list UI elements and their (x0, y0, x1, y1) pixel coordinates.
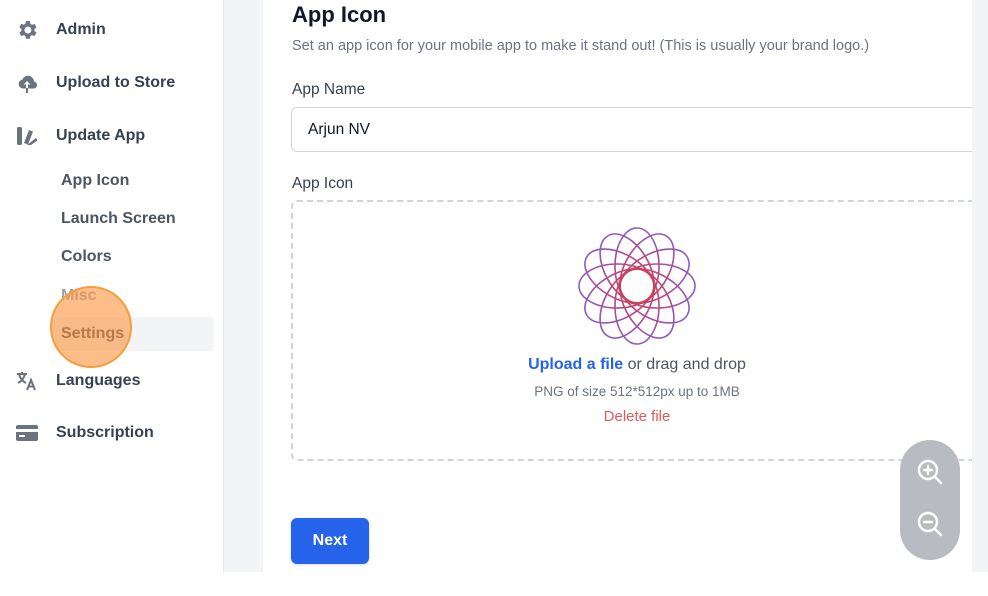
upload-file-link[interactable]: Upload a file (528, 356, 623, 373)
cloud-upload-icon (14, 70, 40, 96)
app-icon-label: App Icon (292, 175, 354, 192)
zoom-control (900, 440, 960, 560)
sidebar-item-label: Update App (56, 127, 146, 144)
sidebar-item-label: Subscription (56, 424, 154, 441)
sidebar-subitem-app-icon[interactable]: App Icon (61, 169, 129, 193)
zoom-out-icon[interactable] (912, 506, 948, 542)
page-subtitle: Set an app icon for your mobile app to m… (292, 38, 870, 54)
sidebar-subitem-launch-screen[interactable]: Launch Screen (61, 207, 176, 231)
drag-drop-text: or drag and drop (623, 356, 746, 373)
bottom-margin (0, 572, 988, 596)
sidebar-item-upload-to-store[interactable]: Upload to Store (14, 68, 175, 98)
sidebar-subitem-misc[interactable]: Misc (61, 284, 97, 308)
sidebar-item-label: Upload to Store (56, 74, 176, 91)
gear-icon (14, 17, 40, 43)
sidebar-item-subscription[interactable]: Subscription (14, 418, 154, 448)
credit-card-icon (14, 420, 40, 446)
sidebar: Admin Upload to Store Update App App Ico… (0, 0, 224, 572)
translate-icon (14, 368, 40, 394)
sidebar-item-label: Languages (56, 372, 141, 389)
app-name-label: App Name (292, 81, 366, 98)
sidebar-subitem-colors[interactable]: Colors (61, 245, 112, 269)
zoom-in-icon[interactable] (912, 454, 948, 490)
sidebar-item-admin[interactable]: Admin (14, 15, 106, 45)
page-title: App Icon (292, 2, 387, 27)
sidebar-item-languages[interactable]: Languages (14, 366, 140, 396)
next-button[interactable]: Next (291, 518, 369, 564)
app-icon-preview (578, 227, 696, 345)
paint-swatch-icon (14, 123, 40, 149)
sidebar-subitem-settings[interactable]: Settings (61, 322, 124, 346)
sidebar-item-update-app[interactable]: Update App (14, 121, 145, 151)
delete-file-link[interactable]: Delete file (292, 408, 982, 425)
sidebar-item-label: Admin (56, 21, 106, 38)
upload-hint: PNG of size 512*512px up to 1MB (534, 384, 740, 399)
app-name-input[interactable] (291, 107, 972, 152)
upload-instructions: Upload a file or drag and drop (292, 356, 982, 374)
